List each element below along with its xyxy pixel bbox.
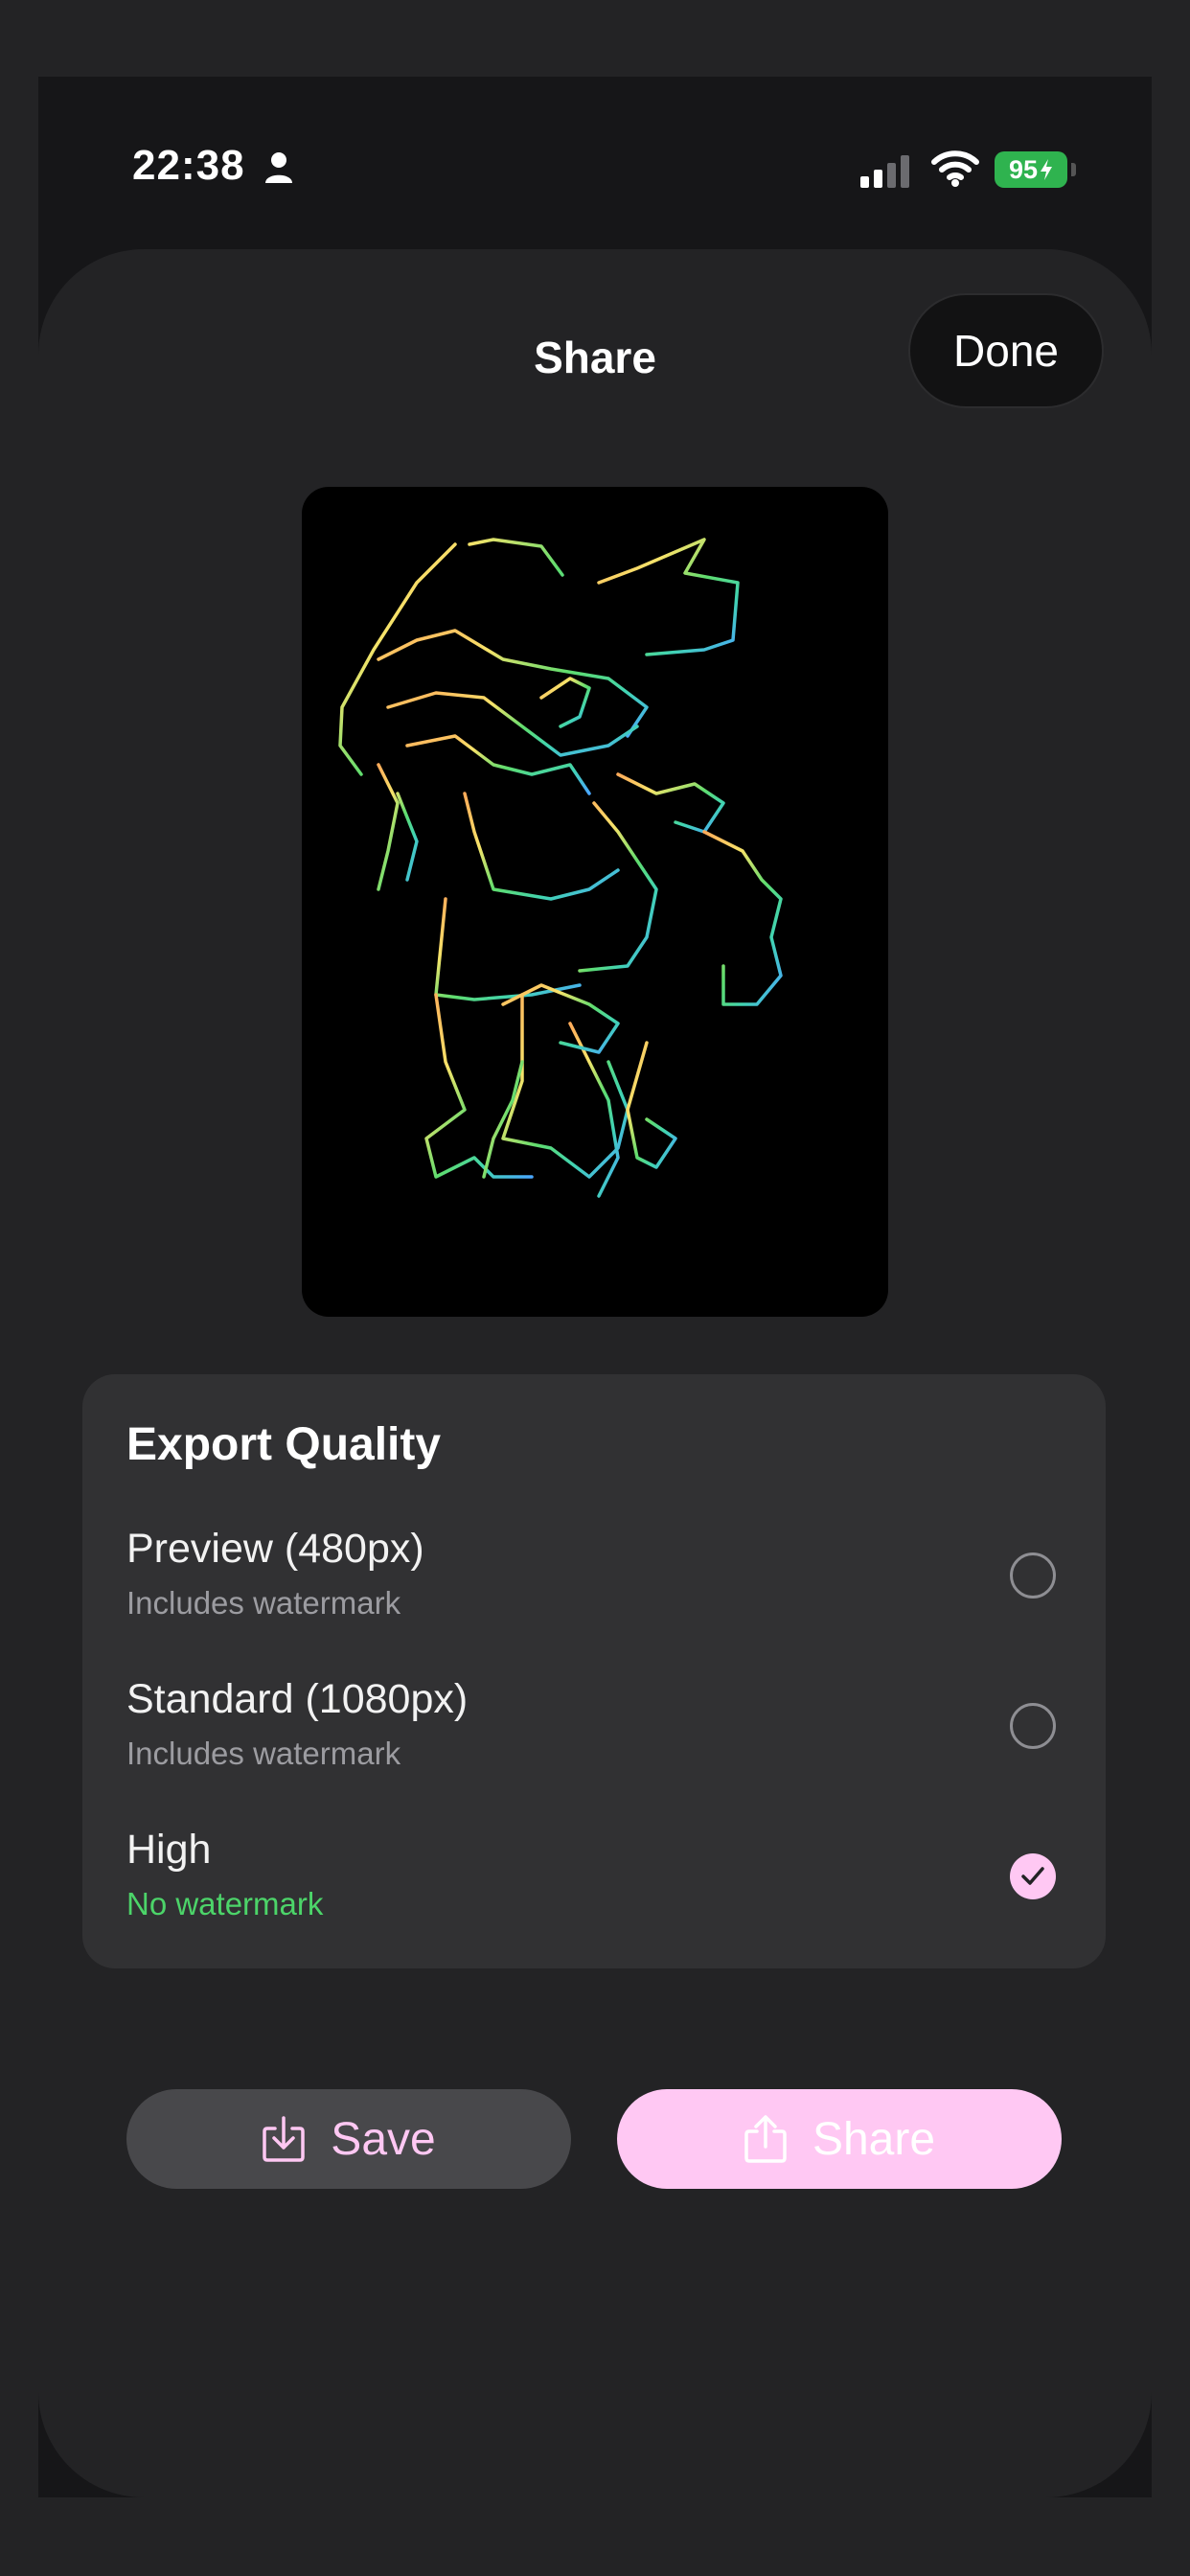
- save-label: Save: [331, 2113, 436, 2165]
- quality-option-preview[interactable]: Preview (480px) Includes watermark: [82, 1526, 1106, 1669]
- status-time: 22:38: [132, 142, 245, 189]
- drawing-preview: [302, 487, 888, 1317]
- option-subtitle: Includes watermark: [126, 1585, 401, 1621]
- battery-level: 95: [1008, 154, 1039, 184]
- radio-button-selected[interactable]: [1010, 1853, 1056, 1899]
- signal-icon: [860, 155, 914, 193]
- option-label: High: [126, 1827, 212, 1873]
- checkmark-icon: [1021, 1867, 1044, 1885]
- share-label: Share: [812, 2113, 936, 2165]
- drawing-image: [338, 538, 783, 1198]
- radio-button[interactable]: [1010, 1552, 1056, 1598]
- phone-screen: 22:38 95 Share Done Export Quality Previ…: [38, 77, 1152, 2497]
- option-subtitle: No watermark: [126, 1886, 324, 1921]
- done-button[interactable]: Done: [908, 293, 1104, 408]
- battery-tip: [1071, 163, 1076, 176]
- export-quality-card: Export Quality Preview (480px) Includes …: [82, 1374, 1106, 1968]
- person-icon: [264, 151, 293, 189]
- share-button[interactable]: Share: [617, 2089, 1062, 2189]
- option-label: Preview (480px): [126, 1526, 424, 1572]
- option-label: Standard (1080px): [126, 1676, 469, 1722]
- option-subtitle: Includes watermark: [126, 1736, 401, 1771]
- quality-option-high[interactable]: High No watermark: [82, 1827, 1106, 1970]
- wifi-icon: [931, 150, 979, 193]
- download-icon: [263, 2116, 306, 2162]
- quality-option-standard[interactable]: Standard (1080px) Includes watermark: [82, 1676, 1106, 1820]
- battery-charging-icon: 95: [995, 151, 1067, 188]
- radio-button[interactable]: [1010, 1703, 1056, 1749]
- status-bar: 22:38 95: [38, 77, 1152, 249]
- save-button[interactable]: Save: [126, 2089, 571, 2189]
- export-quality-title: Export Quality: [126, 1419, 442, 1470]
- share-icon: [744, 2115, 787, 2163]
